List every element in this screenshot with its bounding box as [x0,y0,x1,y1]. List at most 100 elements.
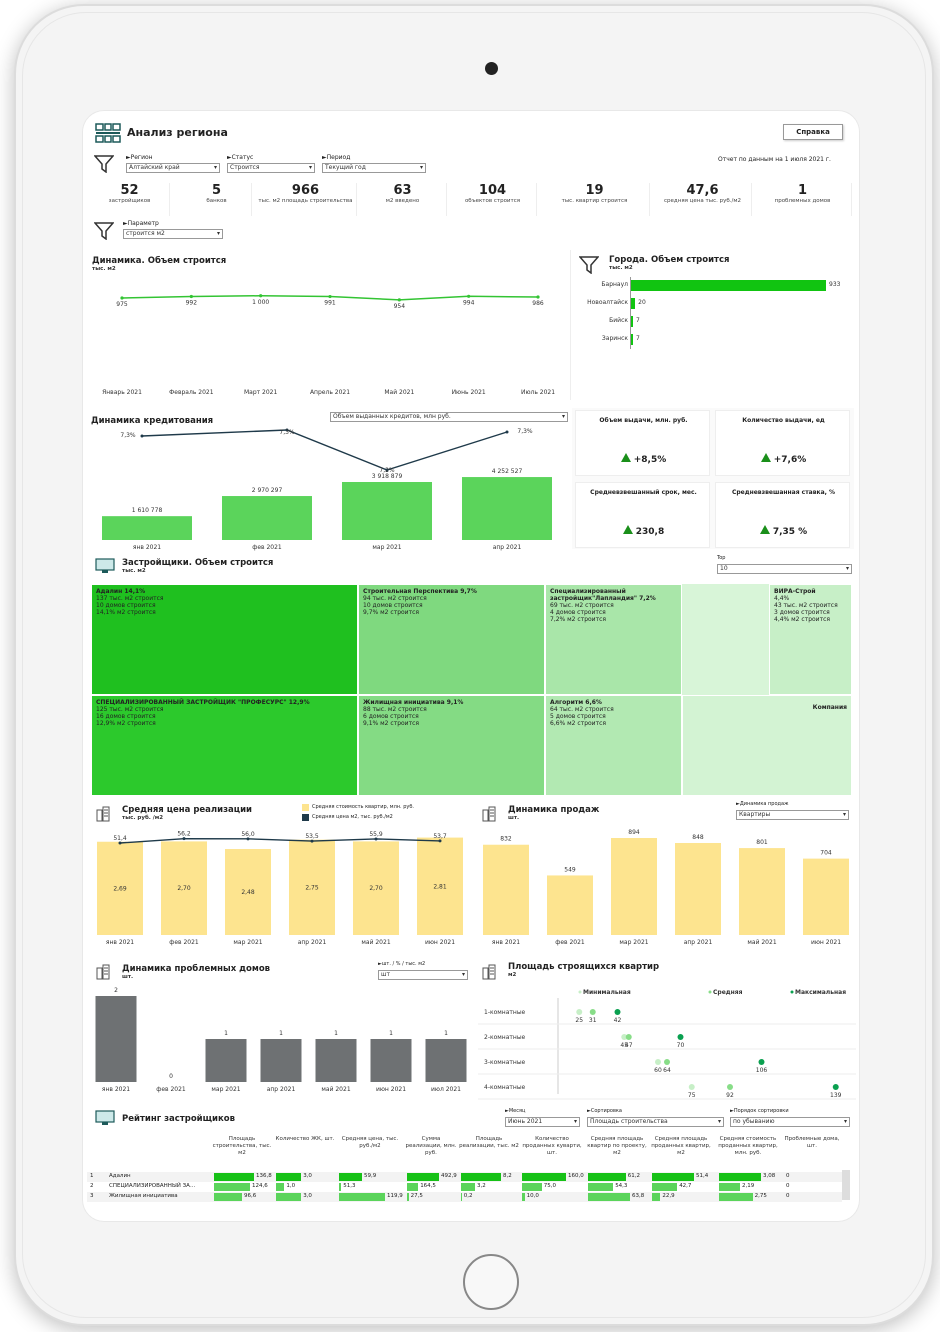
area-dot-max [832,1084,839,1090]
screen: Анализ региона Справка ►Регион Алтайский… [82,110,860,1222]
credit-rate-label: 7,3% [120,432,136,439]
row-cell: 75,0 [543,1183,557,1189]
top-input[interactable]: 10 [717,564,852,574]
row-name: Жилищная инициатива [109,1193,178,1199]
treemap-cell-name: Строительная Перспектива 9,7% [363,588,477,595]
area-dot-label: 60 [654,1067,662,1074]
problem-bar [205,1039,247,1082]
building-icon [95,964,111,984]
city-label: Заринск [601,335,628,342]
sales-dd-label: ►Динамика продаж [736,801,789,807]
price-line-label: 53,7 [433,833,447,840]
sales-unit: шт. [508,815,520,821]
dynamics-value-label: 1 000 [252,299,269,306]
row-cell: 54,3 [615,1183,628,1189]
area-dot-avg [727,1084,733,1090]
sales-x-label: мар 2021 [619,939,648,946]
cities-unit: тыс. м2 [609,265,633,271]
row-data-bar [407,1173,439,1181]
row-data-bar [339,1173,362,1181]
row-cell: 119,9 [387,1193,403,1199]
price-x-label: апр 2021 [298,939,327,946]
treemap-cell-line: 43 тыс. м2 строится [774,602,838,609]
treemap-cell-line: 94 тыс. м2 строится [363,595,427,602]
credit-kpi-card: Средневзвешанная ставка, % 7,35 % [715,482,850,548]
credit-rate-point [140,434,144,438]
credit-bar [102,516,192,540]
problem-chart: 2 янв 2021 0 фев 2021 1 мар 2021 1 апр 2021 1 май… [95,987,467,1093]
city-value: 933 [829,281,841,288]
row-cell: 3,2 [477,1183,486,1189]
dynamics-point [467,294,471,298]
area-dot-label: 47 [625,1042,633,1049]
sort-dropdown[interactable]: Площадь строительства [587,1117,724,1127]
help-button[interactable]: Справка [783,124,843,140]
problem-x-label: июл 2021 [431,1086,461,1093]
legend-avg: Средняя [713,989,743,996]
home-button[interactable] [463,1254,519,1310]
row-rank: 3 [90,1193,94,1199]
problem-dropdown[interactable]: шт [378,970,468,980]
order-dropdown[interactable]: по убыванию [730,1117,850,1127]
area-dot-min [688,1084,695,1090]
row-data-bar [276,1193,302,1201]
treemap-cell-line: 14,1% м2 строится [96,609,156,616]
treemap-cell-name: ВИРА-Строй [774,588,816,595]
kpi-label: объектов строится [464,198,521,204]
credit-dropdown[interactable]: Объем выданных кредитов, млн руб. [330,412,568,422]
sales-dropdown[interactable]: Квартиры [736,810,849,820]
area-dot-label: 25 [575,1017,583,1024]
status-label: ►Статус [227,154,254,161]
camera [485,62,498,75]
problem-bar [425,1039,467,1082]
row-cell: 136,8 [256,1173,272,1179]
row-name: Адалин [109,1173,131,1179]
city-value: 7 [636,317,640,324]
kpi-label: банков [206,198,227,204]
row-data-bar [339,1193,385,1201]
row-cell: 10,0 [526,1193,539,1199]
treemap-cell-line: 10 домов строится [363,602,423,609]
legend-1: Средняя стоимость квартир, млн. руб. [312,804,415,810]
row-cell: 0 [786,1173,790,1179]
status-dropdown[interactable]: Строится [227,163,315,173]
cities-title: Города. Объем строится [609,255,730,265]
kpi-card: 47,6 средняя цена тыс. руб./м2 [654,183,752,216]
kpi-card: 5 банков [182,183,252,216]
kpi-label: проблемных домов [774,198,831,204]
dynamics-value-label: 975 [116,301,128,308]
problem-title: Динамика проблемных домов [122,964,271,974]
row-cell: 61,2 [627,1173,641,1179]
dynamics-value-label: 992 [186,299,198,306]
month-dropdown[interactable]: Июнь 2021 [505,1117,580,1127]
developers-title: Застройщики. Объем строится [122,558,274,568]
credit-rate-label: 7,3% [517,428,533,435]
period-dropdown[interactable]: Текущий год [322,163,426,173]
credit-rate-point [505,430,509,434]
city-bar [631,334,633,345]
dynamics-point [259,294,263,298]
dynamics-x-label: Апрель 2021 [310,389,350,396]
treemap-cell-line: 4,4% [774,595,790,602]
treemap-cell-line: 9,7% м2 строится [363,609,419,616]
price-bar-label: 2,48 [241,889,255,896]
treemap-cell-line: 88 тыс. м2 строится [363,706,427,713]
dynamics-point [397,298,401,302]
kpi-card: 52 застройщиков [90,183,170,216]
row-cell: 59,9 [364,1173,377,1179]
area-title: Площадь строящихся квартир [508,962,660,972]
problem-x-label: май 2021 [321,1086,350,1093]
area-dot-label: 75 [688,1092,696,1099]
sales-bar-label: 848 [692,834,704,841]
dynamics-chart: 975 992 1 000 991 954 994 986 Январь 2021 Феврал… [102,294,555,396]
problem-bar [315,1039,357,1082]
treemap-cell-line: 7,2% м2 строится [550,616,606,623]
row-cell: 22,9 [662,1193,675,1199]
param-dropdown[interactable]: строится м2 [123,229,223,239]
param-label: ►Параметр [123,220,159,227]
credit-x-label: янв 2021 [133,544,161,551]
report-date: Отчет по данным на 1 июля 2021 г. [718,156,831,163]
region-dropdown[interactable]: Алтайский край [126,163,220,173]
credit-kpi-card: Количество выдачи, ед +7,6% [715,410,850,476]
legend-max: Максимальная [795,989,846,996]
